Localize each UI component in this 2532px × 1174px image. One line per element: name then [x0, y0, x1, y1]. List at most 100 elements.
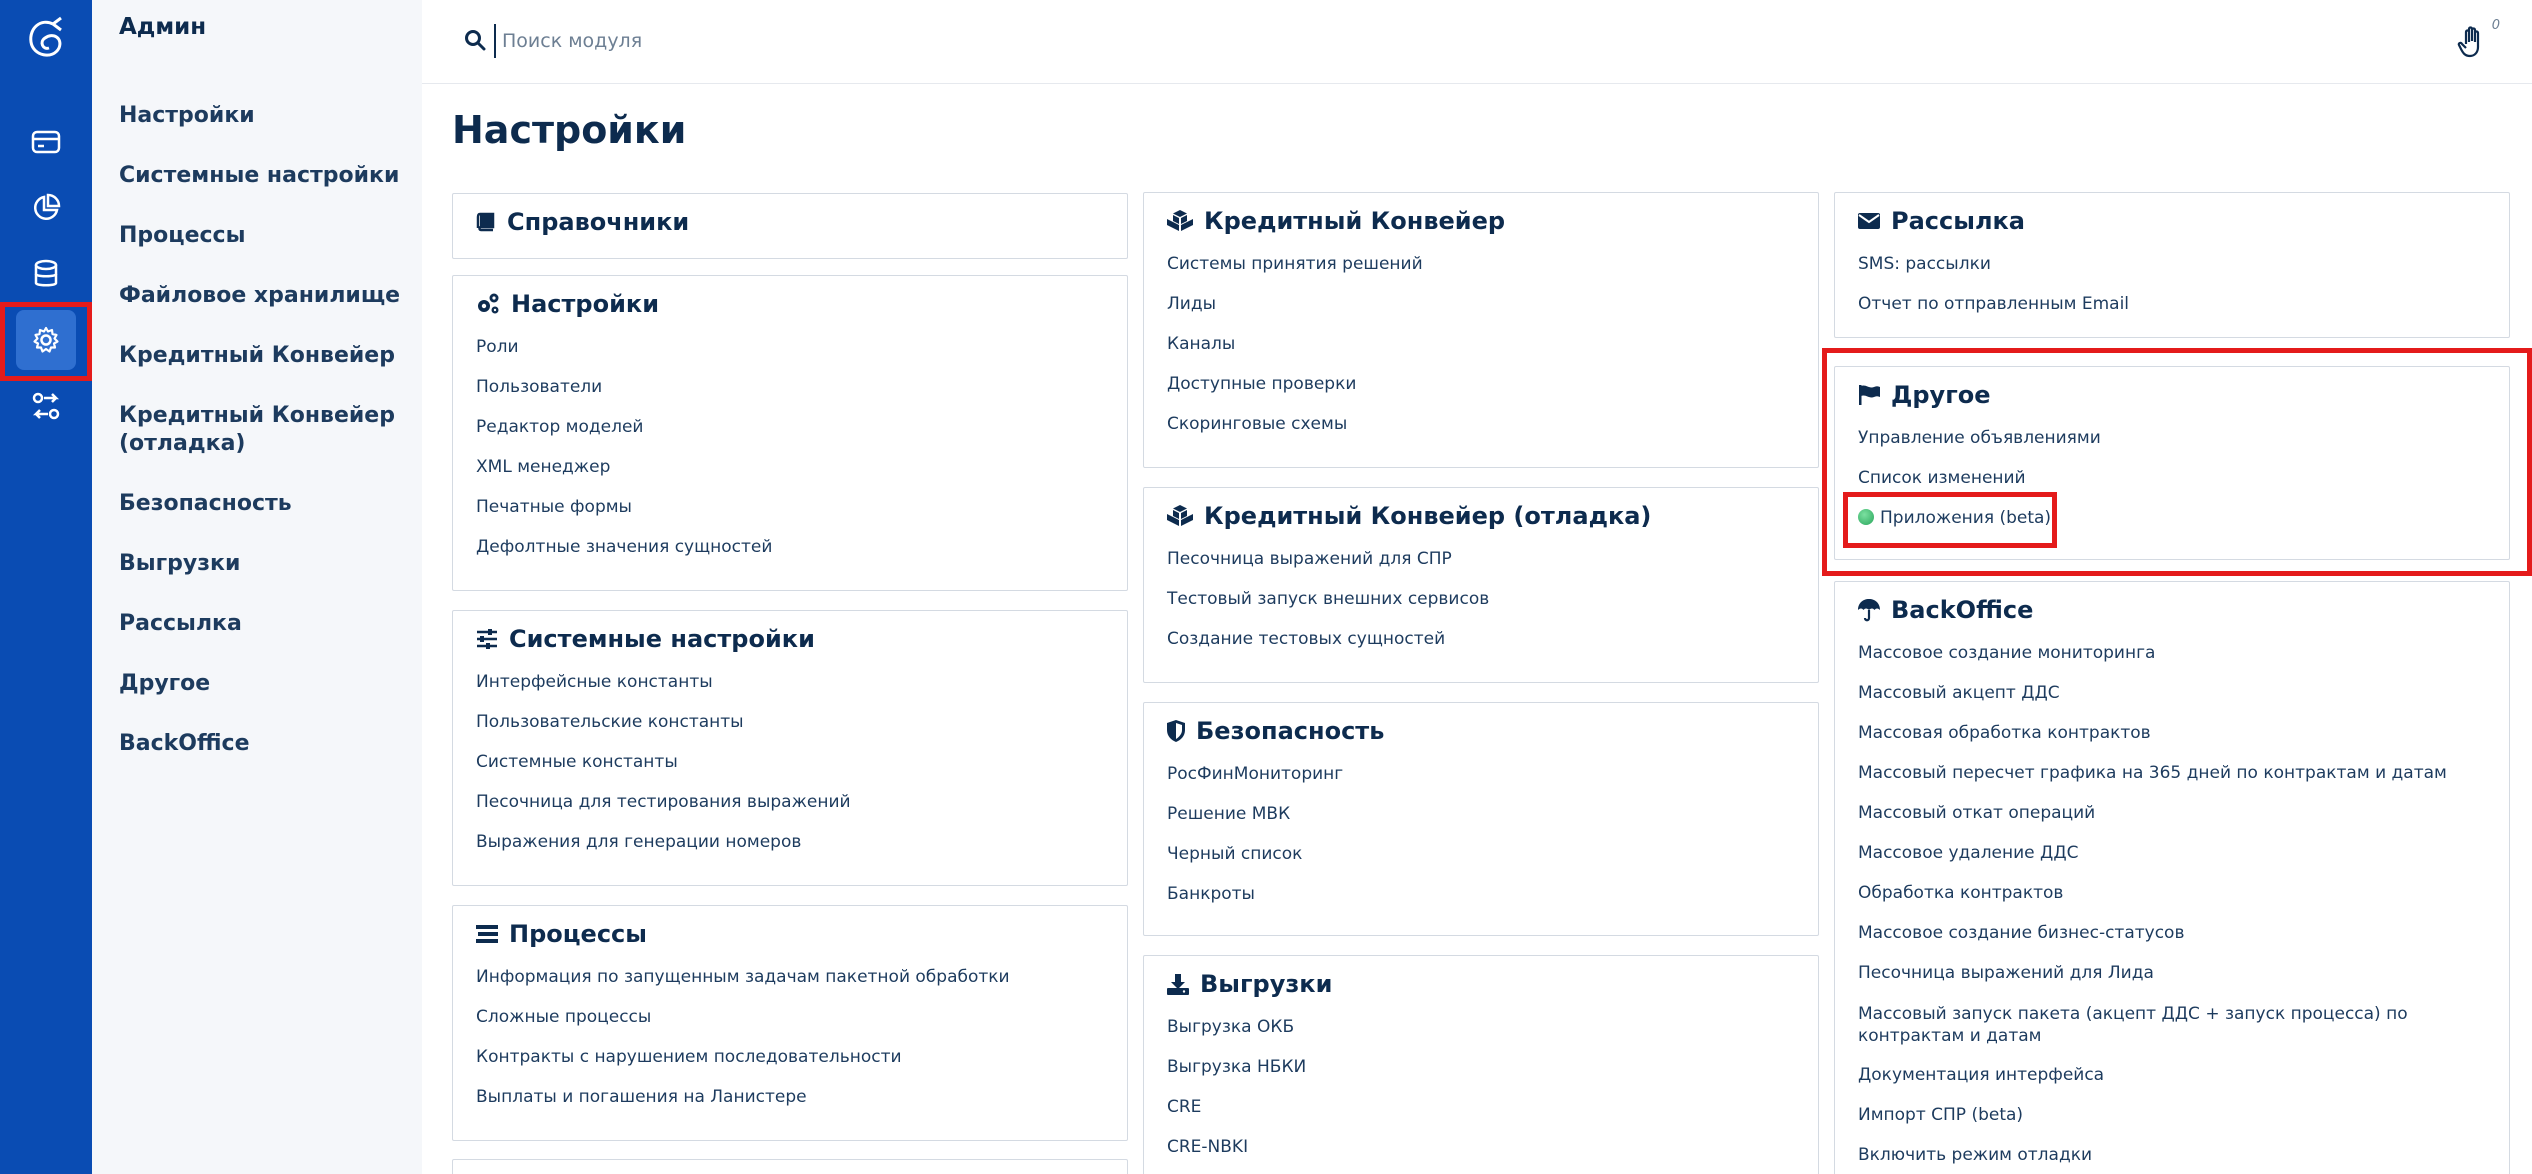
link-external-services-test[interactable]: Тестовый запуск внешних сервисов	[1167, 589, 1806, 609]
database-icon[interactable]	[26, 254, 66, 294]
link-user-constants[interactable]: Пользовательские константы	[476, 712, 1115, 732]
nav-item-backoffice[interactable]: BackOffice	[119, 730, 409, 758]
link-mass-contract-processing[interactable]: Массовая обработка контрактов	[1858, 723, 2497, 743]
umbrella-icon	[1858, 599, 1880, 622]
link-nbki-export[interactable]: Выгрузка НБКИ	[1167, 1057, 1806, 1077]
link-model-editor[interactable]: Редактор моделей	[476, 417, 1115, 437]
link-test-entities[interactable]: Создание тестовых сущностей	[1167, 629, 1806, 649]
card-title[interactable]: Справочники	[507, 208, 689, 236]
link-interface-constants[interactable]: Интерфейсные константы	[476, 672, 1115, 692]
link-available-checks[interactable]: Доступные проверки	[1167, 374, 1806, 394]
link-entity-defaults[interactable]: Дефолтные значения сущностей	[476, 537, 1115, 557]
shield-icon	[1167, 720, 1185, 742]
nav-title: Админ	[119, 14, 207, 40]
card-system-settings: Системные настройки Интерфейсные констан…	[452, 610, 1128, 886]
link-lanister-payments[interactable]: Выплаты и погашения на Ланистере	[476, 1087, 1115, 1107]
card-title[interactable]: Кредитный Конвейер	[1204, 207, 1505, 235]
link-mass-dds-accept[interactable]: Массовый акцепт ДДС	[1858, 683, 2497, 703]
card-title[interactable]: Настройки	[511, 290, 659, 318]
link-debug-mode[interactable]: Включить режим отладки	[1858, 1145, 2497, 1165]
link-complex-processes[interactable]: Сложные процессы	[476, 1007, 1115, 1027]
card-title[interactable]: Системные настройки	[509, 625, 815, 653]
download-icon	[1167, 974, 1189, 995]
link-batch-tasks[interactable]: Информация по запущенным задачам пакетно…	[476, 967, 1115, 987]
highlight-box-apps	[1843, 492, 2057, 548]
nav-item-credit-pipeline[interactable]: Кредитный Конвейер	[119, 342, 409, 370]
card-title[interactable]: Процессы	[509, 920, 647, 948]
link-decision-systems[interactable]: Системы принятия решений	[1167, 254, 1806, 274]
link-xml-manager[interactable]: XML менеджер	[476, 457, 1115, 477]
link-number-expressions[interactable]: Выражения для генерации номеров	[476, 832, 1115, 852]
cubes-icon	[1167, 210, 1193, 231]
link-print-forms[interactable]: Печатные формы	[476, 497, 1115, 517]
card-partial	[452, 1159, 1128, 1174]
nav-item-other[interactable]: Другое	[119, 670, 409, 698]
card-title[interactable]: BackOffice	[1891, 596, 2033, 624]
link-sequence-violations[interactable]: Контракты с нарушением последовательност…	[476, 1047, 1115, 1067]
nav-item-exports[interactable]: Выгрузки	[119, 550, 409, 578]
card-settings: Настройки Роли Пользователи Редактор мод…	[452, 275, 1128, 591]
link-rosfinmonitoring[interactable]: РосФинМониторинг	[1167, 764, 1806, 784]
card-processes: Процессы Информация по запущенным задача…	[452, 905, 1128, 1141]
link-sms-mailing[interactable]: SMS: рассылки	[1858, 254, 2497, 274]
card-title[interactable]: Выгрузки	[1200, 970, 1332, 998]
nav-item-security[interactable]: Безопасность	[119, 490, 409, 518]
sliders-icon	[477, 629, 497, 649]
card-reference-books: Справочники	[452, 193, 1128, 259]
card-icon[interactable]	[26, 122, 66, 162]
link-blacklist[interactable]: Черный список	[1167, 844, 1806, 864]
search-icon	[465, 30, 486, 51]
link-email-report[interactable]: Отчет по отправленным Email	[1858, 294, 2497, 314]
admin-nav-panel: Админ Настройки Системные настройки Проц…	[92, 0, 422, 1174]
hand-icon[interactable]	[2454, 22, 2494, 62]
link-channels[interactable]: Каналы	[1167, 334, 1806, 354]
link-mass-business-statuses[interactable]: Массовое создание бизнес-статусов	[1858, 923, 2497, 943]
pie-chart-icon[interactable]	[26, 188, 66, 228]
link-users[interactable]: Пользователи	[476, 377, 1115, 397]
link-cre-nbki[interactable]: CRE-NBKI	[1167, 1137, 1806, 1157]
nav-item-processes[interactable]: Процессы	[119, 222, 409, 250]
card-mailing: Рассылка SMS: рассылки Отчет по отправле…	[1834, 192, 2510, 338]
card-security: Безопасность РосФинМониторинг Решение МВ…	[1143, 702, 1819, 936]
link-spr-import[interactable]: Импорт СПР (beta)	[1858, 1105, 2497, 1125]
book-icon	[476, 212, 495, 232]
link-leads[interactable]: Лиды	[1167, 294, 1806, 314]
nav-item-credit-pipeline-debug[interactable]: Кредитный Конвейер (отладка)	[119, 402, 409, 458]
search-input[interactable]	[494, 24, 1194, 58]
card-title[interactable]: Рассылка	[1891, 207, 2025, 235]
gears-icon	[478, 293, 499, 314]
logo-icon[interactable]	[23, 14, 69, 66]
icon-rail	[0, 0, 92, 1174]
link-cre[interactable]: CRE	[1167, 1097, 1806, 1117]
link-scoring-schemes[interactable]: Скоринговые схемы	[1167, 414, 1806, 434]
link-roles[interactable]: Роли	[476, 337, 1115, 357]
nav-item-system-settings[interactable]: Системные настройки	[119, 162, 409, 190]
link-contract-processing[interactable]: Обработка контрактов	[1858, 883, 2497, 903]
card-title[interactable]: Безопасность	[1196, 717, 1384, 745]
link-mass-monitoring[interactable]: Массовое создание мониторинга	[1858, 643, 2497, 663]
link-mass-dds-delete[interactable]: Массовое удаление ДДС	[1858, 843, 2497, 863]
link-mvk-decision[interactable]: Решение МВК	[1167, 804, 1806, 824]
nav-item-settings[interactable]: Настройки	[119, 102, 409, 130]
link-mass-batch-run[interactable]: Массовый запуск пакета (акцепт ДДС + зап…	[1858, 1003, 2497, 1047]
link-mass-schedule-recalc[interactable]: Массовый пересчет графика на 365 дней по…	[1858, 763, 2497, 783]
nav-item-mailing[interactable]: Рассылка	[119, 610, 409, 638]
card-backoffice: BackOffice Массовое создание мониторинга…	[1834, 581, 2510, 1174]
link-system-constants[interactable]: Системные константы	[476, 752, 1115, 772]
page-title: Настройки	[452, 108, 687, 152]
link-interface-docs[interactable]: Документация интерфейса	[1858, 1065, 2497, 1085]
link-spr-sandbox[interactable]: Песочница выражений для СПР	[1167, 549, 1806, 569]
card-title[interactable]: Кредитный Конвейер (отладка)	[1204, 502, 1651, 530]
link-mass-rollback[interactable]: Массовый откат операций	[1858, 803, 2497, 823]
link-okb-export[interactable]: Выгрузка ОКБ	[1167, 1017, 1806, 1037]
top-bar: 0	[422, 0, 2532, 84]
highlight-box-settings	[0, 302, 92, 381]
exchange-icon[interactable]	[26, 386, 66, 426]
nav-item-file-storage[interactable]: Файловое хранилище	[119, 282, 409, 310]
cubes-icon	[1167, 505, 1193, 526]
link-lead-sandbox[interactable]: Песочница выражений для Лида	[1858, 963, 2497, 983]
link-bankrupts[interactable]: Банкроты	[1167, 884, 1806, 904]
link-expression-sandbox[interactable]: Песочница для тестирования выражений	[476, 792, 1115, 812]
stream-icon	[476, 925, 498, 943]
envelope-icon	[1858, 213, 1880, 229]
